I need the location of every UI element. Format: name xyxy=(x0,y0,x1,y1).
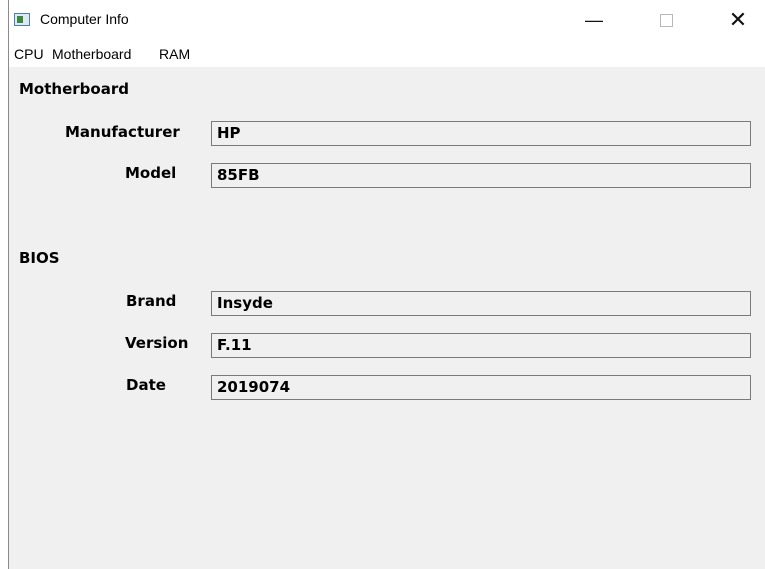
version-label: Version xyxy=(125,334,189,352)
version-field[interactable]: F.11 xyxy=(211,333,751,358)
motherboard-section-title: Motherboard xyxy=(19,80,129,98)
minimize-icon: — xyxy=(585,9,603,30)
maximize-button[interactable] xyxy=(643,0,689,40)
model-label: Model xyxy=(125,164,177,182)
menu-item-ram[interactable]: RAM xyxy=(159,46,190,62)
maximize-icon xyxy=(659,13,673,27)
date-field[interactable]: 2019074 xyxy=(211,375,751,400)
brand-label: Brand xyxy=(126,292,177,310)
close-button[interactable]: ✕ xyxy=(715,0,761,40)
menu-item-motherboard[interactable]: Motherboard xyxy=(52,46,131,62)
bios-section-title: BIOS xyxy=(19,249,60,267)
menu-item-cpu[interactable]: CPU xyxy=(14,46,44,62)
model-field[interactable]: 85FB xyxy=(211,163,751,188)
brand-field[interactable]: Insyde xyxy=(211,291,751,316)
manufacturer-label: Manufacturer xyxy=(65,123,180,141)
motherboard-panel: Motherboard Manufacturer HP Model 85FB B… xyxy=(9,67,765,569)
computer-info-window: Computer Info — ✕ CPU Motherboard RAM Mo… xyxy=(8,0,765,569)
app-window-icon xyxy=(14,13,30,26)
window-title: Computer Info xyxy=(40,11,129,27)
minimize-button[interactable]: — xyxy=(571,0,617,40)
title-bar[interactable]: Computer Info — ✕ xyxy=(9,0,765,40)
manufacturer-field[interactable]: HP xyxy=(211,121,751,146)
close-icon: ✕ xyxy=(728,7,748,32)
date-label: Date xyxy=(126,376,166,394)
menu-bar: CPU Motherboard RAM xyxy=(9,40,765,67)
